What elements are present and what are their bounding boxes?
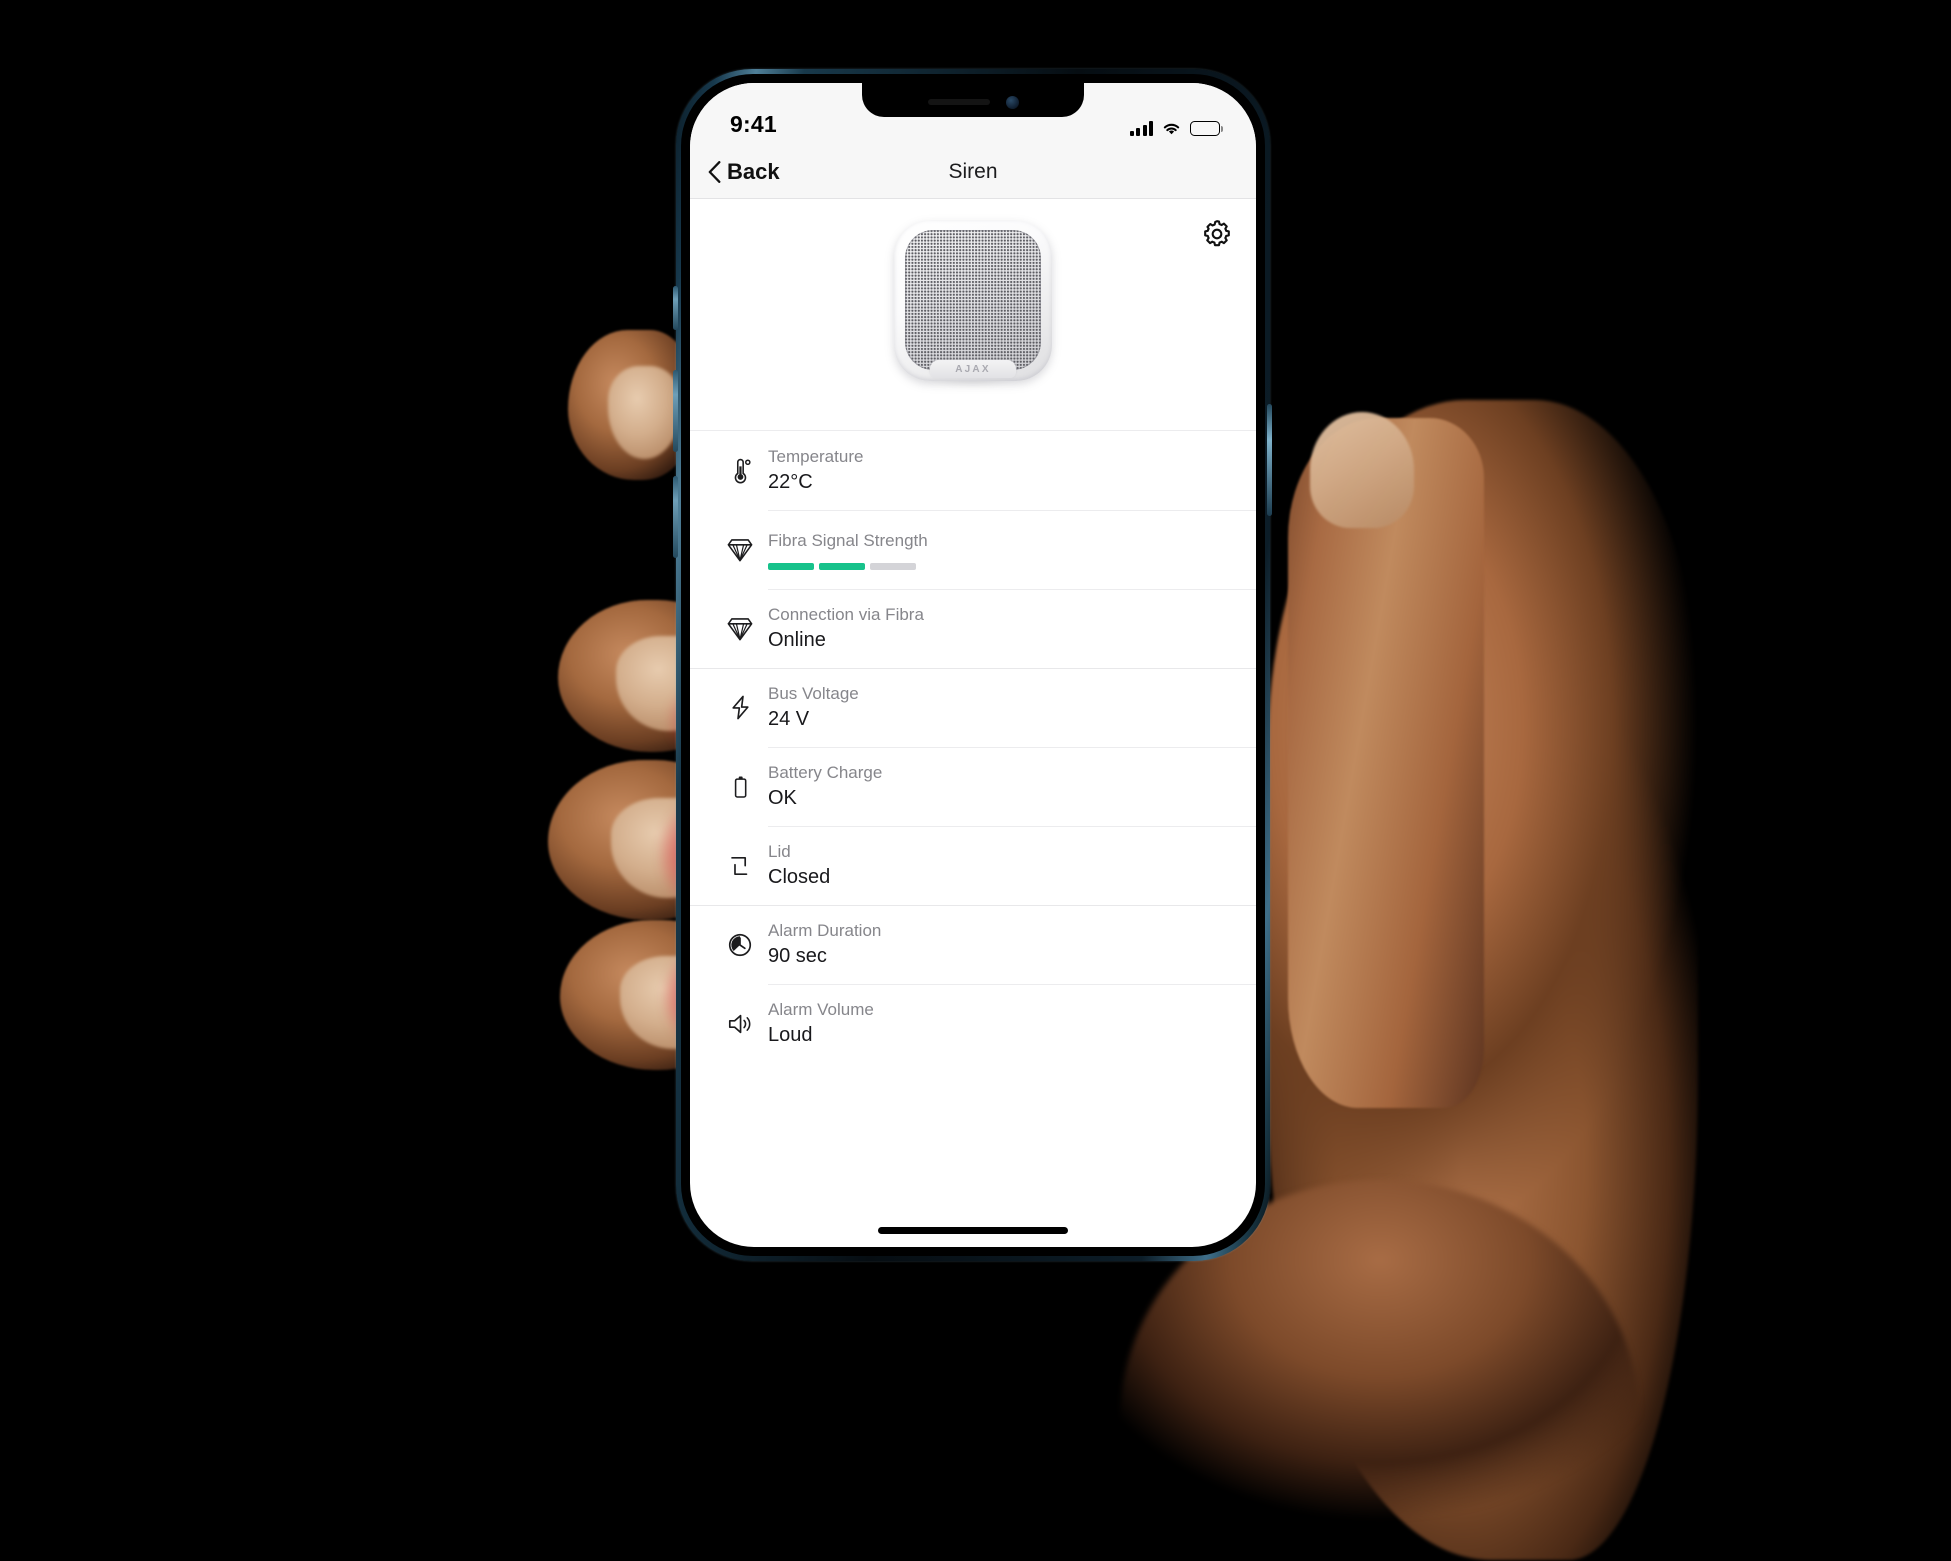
earpiece-speaker [927,99,990,105]
row-fibra-signal-strength[interactable]: Fibra Signal Strength [690,510,1256,589]
signal-bar [768,562,814,570]
fibra-diamond-icon [712,537,768,563]
thermometer-icon [712,457,768,485]
volume-down-button[interactable] [673,476,678,558]
row-value: Loud [768,1023,813,1046]
thumb [1288,418,1484,1108]
row-label: Fibra Signal Strength [768,531,928,551]
back-button[interactable]: Back [690,159,780,185]
device-brand-badge: AJAX [930,360,1016,378]
row-value: Online [768,628,826,651]
row-label: Battery Charge [768,762,883,782]
row-battery-charge[interactable]: Battery Charge OK [690,747,1256,826]
chevron-left-icon [708,161,721,183]
screenshot-scene: 9:41 Back Siren AJAX Temperature 22°C Fi… [0,0,1951,1561]
row-value: 24 V [768,707,810,730]
row-connection-via-fibra[interactable]: Connection via Fibra Online [690,589,1256,668]
speaker-volume-icon [712,1011,768,1037]
row-alarm-volume[interactable]: Alarm Volume Loud [690,984,1256,1063]
row-alarm-duration[interactable]: Alarm Duration 90 sec [690,905,1256,984]
row-label: Alarm Volume [768,999,874,1019]
device-status-list: Temperature 22°C Fibra Signal Strength C… [690,431,1256,1063]
home-indicator[interactable] [878,1227,1068,1234]
cellular-signal-icon [1129,121,1153,136]
mute-switch-button[interactable] [673,286,678,330]
signal-bar [870,562,916,570]
ajax-street-siren-device: AJAX [890,221,1056,393]
signal-strength-bars [768,562,1232,570]
row-bus-voltage[interactable]: Bus Voltage 24 V [690,668,1256,747]
gear-icon[interactable] [1200,217,1234,251]
wifi-icon [1161,121,1182,136]
phone-screen: 9:41 Back Siren AJAX Temperature 22°C Fi… [690,83,1256,1247]
notch [862,83,1084,117]
status-time: 9:41 [730,111,777,137]
clock-icon [712,931,768,959]
power-side-button[interactable] [1267,404,1272,516]
lid-tamper-icon [712,852,768,880]
device-brand-label: AJAX [955,363,991,375]
thumb-nail [1310,412,1414,528]
lightning-bolt-icon [712,693,768,722]
row-lid[interactable]: Lid Closed [690,826,1256,905]
status-icons [1129,121,1224,136]
device-hero: AJAX [690,199,1256,431]
navigation-bar: Back Siren [690,146,1256,199]
palm [1268,400,1698,1560]
row-value: 90 sec [768,944,827,967]
row-value: 22°C [768,470,813,493]
row-label: Alarm Duration [768,920,882,940]
row-value: Closed [768,865,831,888]
row-label: Bus Voltage [768,683,859,703]
row-label: Temperature [768,446,864,466]
row-temperature[interactable]: Temperature 22°C [690,431,1256,510]
back-button-label: Back [727,159,780,184]
row-label: Connection via Fibra [768,604,924,624]
fibra-diamond-icon [712,616,768,642]
volume-up-button[interactable] [673,370,678,452]
front-camera [1005,95,1019,109]
status-bar: 9:41 [690,83,1256,146]
row-value: OK [768,786,797,809]
battery-vertical-icon [712,773,768,801]
signal-bar [819,562,865,570]
row-label: Lid [768,841,791,861]
battery-full-icon [1190,121,1224,136]
